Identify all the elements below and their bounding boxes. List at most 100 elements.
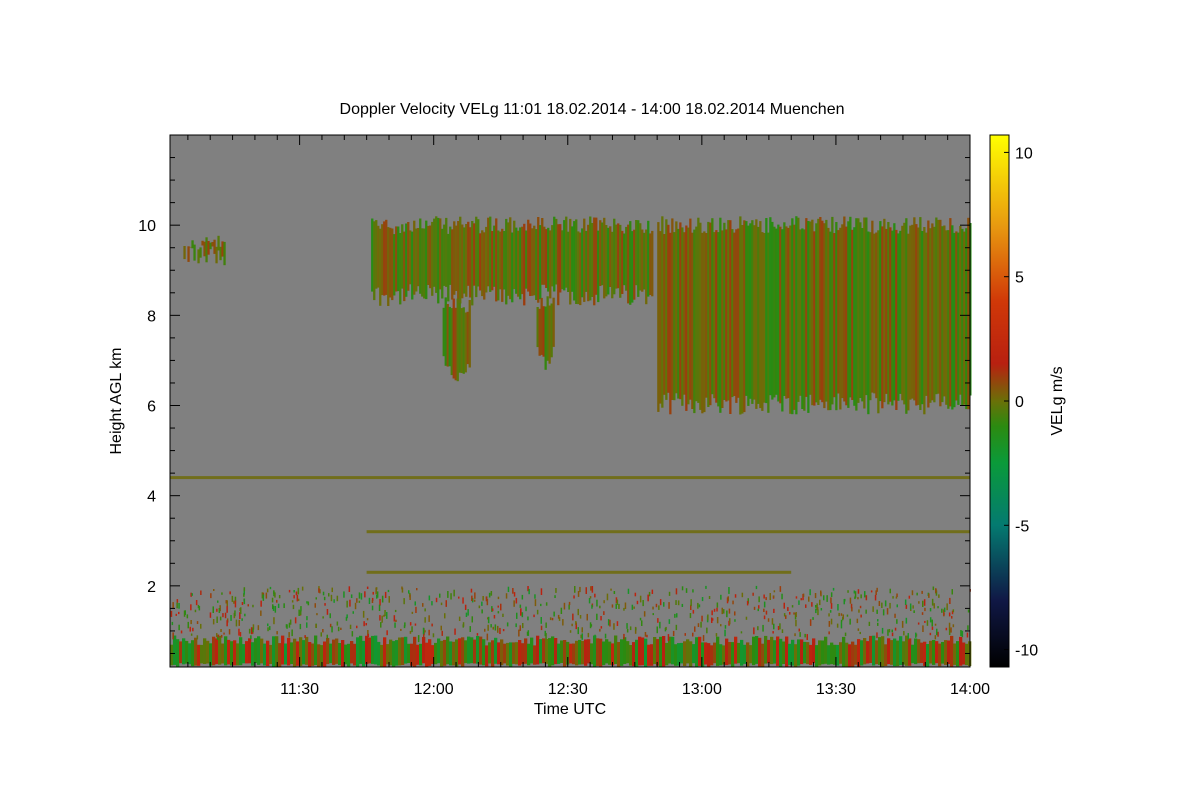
- echo-column: [967, 217, 970, 410]
- echo-speck: [579, 586, 581, 593]
- echo-column: [869, 232, 872, 401]
- echo-column: [919, 217, 922, 410]
- echo-speck: [400, 628, 402, 631]
- echo-speck: [932, 586, 935, 591]
- echo-column: [819, 217, 822, 400]
- echo-speck: [381, 595, 384, 603]
- echo-column: [773, 640, 777, 664]
- echo-speck: [200, 590, 202, 595]
- echo-column: [521, 226, 524, 295]
- echo-column: [493, 225, 496, 287]
- echo-speck: [929, 608, 932, 612]
- echo-column: [949, 218, 952, 407]
- echo-speck: [609, 619, 611, 627]
- echo-speck: [711, 617, 713, 623]
- echo-column: [733, 232, 736, 396]
- echo-speck: [563, 602, 566, 610]
- echo-column: [452, 298, 455, 379]
- echo-column: [887, 638, 891, 665]
- echo-speck: [817, 609, 819, 616]
- echo-speck: [828, 621, 831, 627]
- echo-column: [863, 217, 866, 409]
- echo-speck: [915, 632, 917, 638]
- echo-speck: [896, 593, 898, 597]
- echo-column: [440, 640, 444, 667]
- echo-column: [689, 218, 692, 400]
- echo-speck: [586, 613, 588, 621]
- echo-speck: [216, 608, 218, 612]
- echo-column: [865, 217, 868, 396]
- echo-speck: [247, 604, 249, 607]
- echo-speck: [458, 616, 461, 621]
- echo-column: [553, 216, 556, 292]
- echo-column: [851, 229, 854, 400]
- echo-column: [578, 639, 582, 665]
- echo-column: [317, 644, 321, 667]
- echo-column: [644, 638, 648, 667]
- colorbar-tick-label: 5: [1015, 270, 1024, 287]
- echo-speck: [921, 590, 923, 594]
- echo-speck: [599, 628, 601, 632]
- echo-column: [549, 230, 552, 299]
- echo-speck: [278, 595, 281, 599]
- echo-speck: [497, 611, 500, 614]
- echo-column: [182, 638, 186, 665]
- echo-column: [613, 218, 616, 295]
- echo-column: [806, 642, 810, 665]
- echo-level-streak-2.3km: [366, 570, 792, 574]
- echo-speck: [178, 624, 180, 631]
- echo-speck: [723, 609, 725, 614]
- echo-speck: [435, 597, 438, 603]
- echo-speck: [815, 608, 817, 614]
- echo-speck: [269, 586, 272, 590]
- echo-column: [573, 221, 576, 301]
- echo-column: [629, 221, 632, 305]
- echo-column: [965, 643, 969, 666]
- echo-column: [953, 232, 956, 408]
- echo-column: [387, 227, 390, 306]
- echo-column: [494, 637, 498, 664]
- echo-column: [365, 635, 369, 665]
- echo-speck: [668, 602, 670, 609]
- echo-speck: [415, 606, 417, 613]
- echo-column: [512, 642, 516, 664]
- echo-speck: [859, 631, 861, 635]
- echo-column: [830, 642, 834, 665]
- echo-column: [458, 638, 462, 665]
- echo-speck: [490, 591, 493, 596]
- echo-speck: [234, 596, 237, 602]
- echo-column: [935, 641, 939, 664]
- echo-speck: [180, 630, 183, 634]
- echo-column: [479, 233, 482, 291]
- echo-speck: [820, 608, 823, 611]
- echo-speck: [870, 590, 873, 593]
- echo-speck: [783, 602, 785, 609]
- echo-column: [638, 636, 642, 666]
- echo-column: [818, 640, 822, 666]
- echo-speck: [494, 624, 497, 631]
- echo-column: [961, 228, 964, 406]
- echo-column: [769, 217, 772, 396]
- echo-speck: [216, 633, 218, 638]
- echo-column: [681, 227, 684, 406]
- echo-column: [206, 640, 210, 664]
- echo-speck: [905, 617, 908, 624]
- echo-speck: [627, 588, 630, 594]
- echo-speck: [469, 626, 471, 632]
- echo-column: [896, 640, 900, 667]
- echo-speck: [603, 611, 605, 615]
- echo-speck: [698, 604, 701, 608]
- echo-speck: [557, 614, 560, 619]
- echo-column: [593, 635, 597, 667]
- echo-speck: [697, 623, 700, 627]
- echo-speck: [445, 600, 447, 607]
- echo-column: [839, 642, 843, 664]
- echo-column: [691, 232, 694, 409]
- echo-speck: [896, 604, 898, 608]
- echo-column: [927, 220, 930, 408]
- echo-column: [663, 234, 666, 395]
- echo-column: [290, 642, 294, 664]
- echo-speck: [580, 634, 582, 639]
- echo-column: [851, 641, 855, 667]
- echo-speck: [881, 602, 883, 608]
